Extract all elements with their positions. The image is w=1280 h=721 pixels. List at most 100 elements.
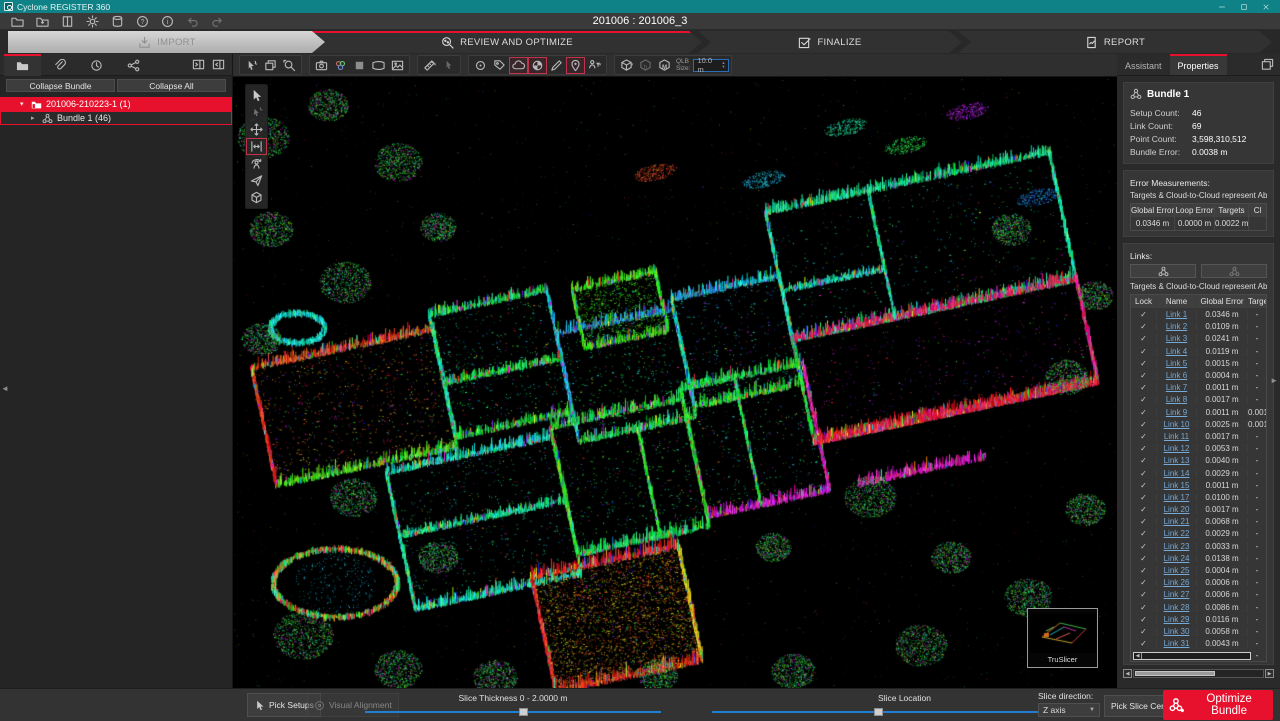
panorama-view-icon[interactable]: [369, 57, 388, 74]
link-lock-check[interactable]: ✓: [1131, 578, 1157, 587]
show-point-clouds-icon[interactable]: [509, 57, 528, 74]
step-report[interactable]: REPORT: [958, 31, 1272, 53]
grayscale-mode-icon[interactable]: [350, 57, 369, 74]
expand-triangle-icon[interactable]: ▸: [31, 114, 38, 122]
undo-icon[interactable]: [185, 14, 199, 28]
step-review-and-optimize[interactable]: REVIEW AND OPTIMIZE: [312, 31, 702, 53]
tab-project-explorer[interactable]: [4, 54, 41, 76]
color-mode-icon[interactable]: [331, 57, 350, 74]
duplicate-view-icon[interactable]: [261, 57, 280, 74]
link-lock-check[interactable]: ✓: [1131, 310, 1157, 319]
link-name[interactable]: Link 5: [1166, 359, 1187, 368]
panel-hscrollbar[interactable]: ◀ ▶: [1123, 669, 1274, 678]
maximize-button[interactable]: [1240, 3, 1248, 11]
link-lock-check[interactable]: ✓: [1131, 371, 1157, 380]
link-name[interactable]: Link 11: [1164, 432, 1189, 441]
link-lock-check[interactable]: ✓: [1131, 383, 1157, 392]
link-name[interactable]: Link 22: [1164, 529, 1190, 538]
tab-history[interactable]: [78, 54, 115, 76]
collapse-all-button[interactable]: Collapse All: [117, 79, 226, 92]
close-button[interactable]: [1262, 3, 1270, 11]
open-project-icon[interactable]: [10, 14, 24, 28]
link-lock-check[interactable]: ✓: [1131, 347, 1157, 356]
link-lock-check[interactable]: ✓: [1131, 542, 1157, 551]
add-link-button[interactable]: [1130, 264, 1196, 278]
float-panel-icon[interactable]: [1260, 54, 1280, 75]
link-lock-check[interactable]: ✓: [1131, 493, 1157, 502]
spinner-arrows-icon[interactable]: ▲▼: [721, 61, 725, 69]
link-name[interactable]: Link 14: [1164, 469, 1190, 478]
tree-row-bundle[interactable]: ▸ Bundle 1 (46): [0, 111, 232, 125]
pick-tool-icon[interactable]: [242, 57, 261, 74]
fly-tool-icon[interactable]: [246, 172, 267, 189]
tab-assistant[interactable]: Assistant: [1117, 54, 1170, 75]
show-targets-icon[interactable]: [471, 57, 490, 74]
link-name[interactable]: Link 30: [1164, 627, 1190, 636]
link-name[interactable]: Link 15: [1164, 481, 1190, 490]
slice-location-handle[interactable]: [874, 708, 883, 716]
link-lock-check[interactable]: ✓: [1131, 408, 1157, 417]
select-cursor-icon[interactable]: [246, 87, 267, 104]
slice-thickness-slider[interactable]: [365, 708, 661, 716]
camera-icon[interactable]: [312, 57, 331, 74]
link-lock-check[interactable]: ✓: [1131, 334, 1157, 343]
qlb-size-input[interactable]: 10.0 m▲▼: [693, 59, 729, 72]
info-icon[interactable]: i: [160, 14, 174, 28]
orbit-view-icon[interactable]: [246, 155, 267, 172]
import-project-icon[interactable]: [35, 14, 49, 28]
filter-setups-icon[interactable]: ▾: [585, 57, 604, 74]
step-import[interactable]: IMPORT: [8, 31, 326, 53]
storage-icon[interactable]: [110, 14, 124, 28]
link-name[interactable]: Link 8: [1166, 395, 1187, 404]
link-name[interactable]: Link 29: [1164, 615, 1190, 624]
show-setup-positions-icon[interactable]: [566, 57, 585, 74]
link-lock-check[interactable]: ✓: [1131, 322, 1157, 331]
truslicer-minimap[interactable]: TruSlicer: [1027, 608, 1098, 668]
links-table-hscrollbar[interactable]: ◀: [1133, 652, 1251, 660]
link-name[interactable]: Link 13: [1164, 456, 1190, 465]
link-lock-check[interactable]: ✓: [1131, 432, 1157, 441]
qlb-full-icon[interactable]: M: [655, 57, 674, 74]
link-lock-check[interactable]: ✓: [1131, 481, 1157, 490]
link-name[interactable]: Link 26: [1164, 578, 1190, 587]
expand-triangle-icon[interactable]: ▾: [20, 100, 27, 108]
link-lock-check[interactable]: ✓: [1131, 615, 1157, 624]
step-finalize[interactable]: FINALIZE: [698, 31, 962, 53]
qlb-cloud-icon[interactable]: b: [636, 57, 655, 74]
link-name[interactable]: Link 7: [1166, 383, 1187, 392]
redo-icon[interactable]: [210, 14, 224, 28]
link-name[interactable]: Link 24: [1164, 554, 1190, 563]
link-name[interactable]: Link 10: [1164, 420, 1190, 429]
link-name[interactable]: Link 17: [1164, 493, 1190, 502]
measure-tool-icon[interactable]: ▾: [420, 57, 439, 74]
link-name[interactable]: Link 23: [1164, 542, 1190, 551]
link-lock-check[interactable]: ✓: [1131, 529, 1157, 538]
link-name[interactable]: Link 3: [1166, 334, 1187, 343]
draw-link-icon[interactable]: [547, 57, 566, 74]
link-name[interactable]: Link 20: [1164, 505, 1190, 514]
link-name[interactable]: Link 25: [1164, 566, 1190, 575]
link-name[interactable]: Link 2: [1166, 322, 1187, 331]
link-lock-check[interactable]: ✓: [1131, 444, 1157, 453]
collapse-setups-icon[interactable]: [208, 56, 228, 74]
help-icon[interactable]: ?: [135, 14, 149, 28]
left-panel-collapse-arrow[interactable]: ◄: [1, 384, 9, 393]
link-lock-check[interactable]: ✓: [1131, 590, 1157, 599]
3d-view-icon[interactable]: [246, 189, 267, 206]
tab-attachments[interactable]: [41, 54, 78, 76]
right-panel-collapse-arrow[interactable]: ►: [1270, 376, 1278, 385]
minimize-button[interactable]: [1218, 3, 1226, 11]
link-lock-check[interactable]: ✓: [1131, 517, 1157, 526]
tab-properties[interactable]: Properties: [1170, 54, 1227, 75]
link-lock-check[interactable]: ✓: [1131, 456, 1157, 465]
select-points-icon[interactable]: [439, 57, 458, 74]
link-lock-check[interactable]: ✓: [1131, 359, 1157, 368]
image-view-icon[interactable]: [388, 57, 407, 74]
pan-tool-icon[interactable]: [246, 121, 267, 138]
link-lock-check[interactable]: ✓: [1131, 469, 1157, 478]
link-name[interactable]: Link 28: [1164, 603, 1190, 612]
link-lock-check[interactable]: ✓: [1131, 395, 1157, 404]
link-lock-check[interactable]: ✓: [1131, 554, 1157, 563]
tree-row-project[interactable]: ▾ 201006-210223-1 (1): [0, 97, 232, 111]
link-name[interactable]: Link 31: [1164, 639, 1190, 648]
